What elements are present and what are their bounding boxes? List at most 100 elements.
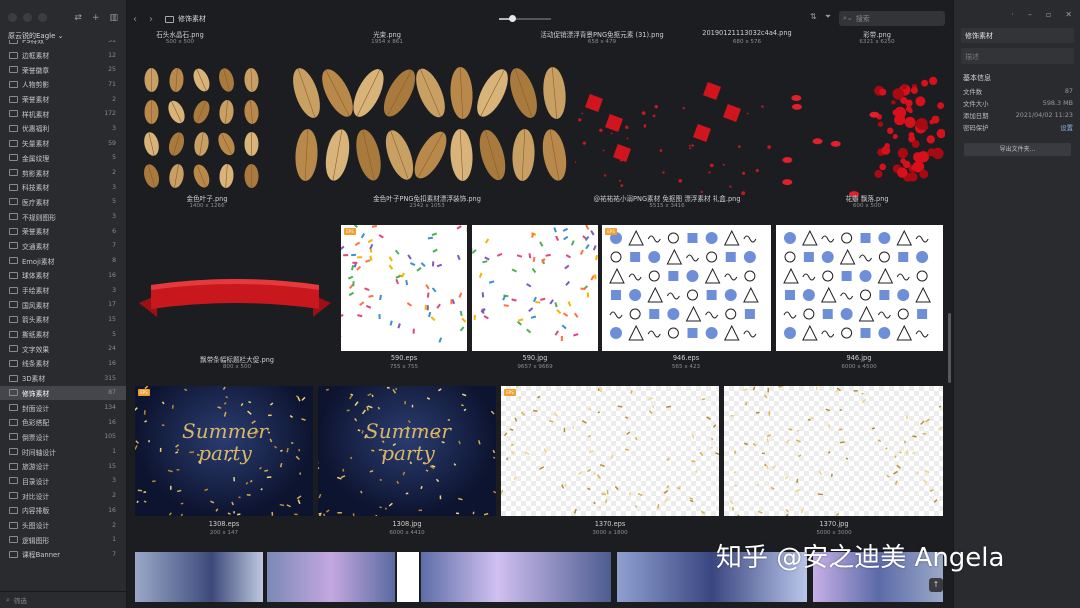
minimize-icon[interactable]: – — [1028, 10, 1032, 19]
asset-name[interactable]: 花瓣 飘落.png — [817, 193, 917, 203]
asset-name[interactable]: 1308.jpg — [357, 520, 457, 528]
sidebar-folder-item[interactable]: 对比设计 2 — [0, 488, 126, 503]
asset-name[interactable]: 光束.png — [342, 29, 432, 39]
search-input[interactable]: ⌕⌄ 搜索 — [839, 11, 945, 26]
thumb-holo-1[interactable] — [135, 552, 263, 602]
close-icon[interactable]: ✕ — [1065, 10, 1072, 19]
asset-name[interactable]: @祐祐祐小溺PNG素材 免抠图 漂浮素材 礼盒.png — [577, 193, 757, 203]
sidebar-folder-item[interactable]: 样机素材 172 — [0, 106, 126, 121]
sidebar-folder-item[interactable]: 旅游设计 15 — [0, 459, 126, 474]
sort-icon[interactable]: ⇅ — [810, 12, 817, 22]
thumb-gold-leaves-float[interactable] — [287, 58, 577, 214]
thumb-1308-jpg[interactable]: Summer party — [318, 386, 496, 516]
info-key: 文件大小 — [963, 100, 989, 108]
slider-knob[interactable] — [509, 15, 516, 22]
sidebar-folder-item[interactable]: 球体素材 16 — [0, 268, 126, 283]
sidebar-folder-item[interactable]: 荣誉素材 6 — [0, 224, 126, 239]
thumb-946-jpg[interactable] — [776, 225, 943, 351]
folder-filter[interactable]: ⌕ 筛选 — [0, 591, 126, 608]
asset-name[interactable]: 1308.eps — [174, 520, 274, 528]
sidebar-folder-item[interactable]: 3D素材 315 — [0, 371, 126, 386]
back-icon[interactable]: ‹ — [133, 14, 143, 25]
asset-name[interactable]: 金色叶子PNG免扣素材漂浮装饰.png — [327, 193, 527, 203]
sidebar-folder-item[interactable]: 倒票设计 105 — [0, 430, 126, 445]
description-field[interactable]: 描述 — [961, 48, 1074, 64]
sidebar-folder-item[interactable]: 荣誉素材 2 — [0, 92, 126, 107]
close-dot[interactable] — [8, 13, 17, 22]
folder-name-field[interactable]: 修饰素材 — [961, 28, 1074, 43]
thumb-gold-leaves[interactable] — [135, 58, 267, 214]
sidebar-folder-item[interactable]: 不规则图形 3 — [0, 209, 126, 224]
asset-name[interactable]: 946.jpg — [809, 354, 909, 362]
thumb-1308-eps[interactable]: Summer party EPS — [135, 386, 313, 516]
asset-name[interactable]: 石头水晶石.png — [135, 29, 225, 39]
forward-icon[interactable]: › — [149, 14, 159, 25]
sidebar-folder-item[interactable]: 金属纹理 5 — [0, 151, 126, 166]
maximize-icon[interactable]: ▫ — [1046, 10, 1051, 19]
asset-name[interactable]: 590.jpg — [485, 354, 585, 362]
set-password-link[interactable]: 设置 — [1060, 123, 1073, 132]
sidebar-folder-item[interactable]: 人物剪影 71 — [0, 77, 126, 92]
sidebar-folder-item[interactable]: 荣誉徽章 25 — [0, 62, 126, 77]
sidebar-folder-item[interactable]: PS特效 51 — [0, 40, 126, 48]
sidebar-folder-item[interactable]: 文字效果 24 — [0, 341, 126, 356]
thumb-holo-3[interactable] — [421, 552, 611, 602]
export-folder-button[interactable]: 导出文件夹... — [964, 143, 1071, 156]
sidebar-folder-item[interactable]: 时间轴设计 1 — [0, 444, 126, 459]
thumb-590-jpg[interactable] — [472, 225, 598, 351]
thumbnail-size-slider[interactable] — [499, 15, 551, 22]
sidebar-folder-item[interactable]: 线条素材 16 — [0, 356, 126, 371]
sidebar-folder-item[interactable]: 课程Banner 7 — [0, 547, 126, 562]
sidebar-folder-item[interactable]: 手绘素材 3 — [0, 283, 126, 298]
sidebar-folder-item[interactable]: 交通素材 7 — [0, 239, 126, 254]
thumb-holo-2[interactable] — [267, 552, 395, 602]
asset-name[interactable]: 1370.jpg — [784, 520, 884, 528]
sidebar-folder-item[interactable]: 色彩搭配 16 — [0, 415, 126, 430]
thumb-1370-jpg[interactable] — [724, 386, 943, 516]
info-row: 添加日期 2021/04/02 11:23 — [963, 111, 1073, 120]
gold-confetti — [264, 469, 269, 472]
asset-name[interactable]: 活动促销漂浮背景PNG免抠元素 (31).png — [527, 29, 677, 39]
thumb-holo-gap[interactable] — [397, 552, 419, 602]
sidebar-folder-item[interactable]: 科技素材 3 — [0, 180, 126, 195]
thumb-ribbon-banner[interactable] — [135, 273, 335, 323]
thumb-946-eps[interactable]: EPS — [602, 225, 771, 351]
filter-icon[interactable]: ⏷ — [825, 12, 831, 22]
sidebar-folder-item[interactable]: 内容排版 16 — [0, 503, 126, 518]
sidebar-folder-item[interactable]: 逻辑图形 1 — [0, 532, 126, 547]
asset-name[interactable]: 590.eps — [354, 354, 454, 362]
thumb-1370-eps[interactable]: EPS — [501, 386, 719, 516]
sidebar-folder-item[interactable]: 国风素材 17 — [0, 297, 126, 312]
asset-name[interactable]: 946.eps — [636, 354, 736, 362]
sidebar-folder-item[interactable]: 箭头素材 15 — [0, 312, 126, 327]
sidebar-folder-item[interactable]: 头图设计 2 — [0, 518, 126, 533]
thumb-590-eps[interactable]: EPS — [341, 225, 467, 351]
sidebar-folder-item[interactable]: 剪影素材 2 — [0, 165, 126, 180]
asset-name[interactable]: 20190121113032c4a4.png — [692, 29, 802, 37]
sidebar-toggle-icon[interactable]: ▥ — [109, 13, 118, 23]
grid-scrollbar[interactable] — [948, 313, 951, 383]
asset-name[interactable]: 1370.eps — [560, 520, 660, 528]
sidebar-folder-item[interactable]: 目录设计 3 — [0, 474, 126, 489]
sidebar-folder-item[interactable]: 封面设计 134 — [0, 400, 126, 415]
breadcrumb[interactable]: 修饰素材 — [165, 14, 206, 24]
pin-icon[interactable]: · — [1011, 10, 1014, 19]
scroll-top-button[interactable]: ↑ — [929, 578, 943, 592]
sync-icon[interactable]: ⇄ — [74, 13, 82, 23]
ring-outline — [667, 327, 679, 339]
sidebar-folder-item[interactable]: 修饰素材 87 — [0, 385, 126, 401]
gold-confetti — [148, 440, 151, 443]
sidebar-folder-item[interactable]: Emoji素材 8 — [0, 253, 126, 268]
sidebar-folder-item[interactable]: 边框素材 12 — [0, 48, 126, 63]
sidebar-folder-item[interactable]: 撕纸素材 5 — [0, 327, 126, 342]
thumb-gift-box[interactable] — [575, 66, 771, 214]
add-folder-icon[interactable]: + — [92, 13, 100, 23]
asset-name[interactable]: 彩带.png — [827, 29, 927, 39]
maximize-dot[interactable] — [38, 13, 47, 22]
sidebar-folder-item[interactable]: 医疗素材 5 — [0, 195, 126, 210]
sidebar-folder-item[interactable]: 矢量素材 59 — [0, 136, 126, 151]
minimize-dot[interactable] — [23, 13, 32, 22]
asset-name[interactable]: 飘带条幅标题栏大促.png — [182, 354, 292, 364]
sidebar-folder-item[interactable]: 优惠福利 3 — [0, 121, 126, 136]
asset-name[interactable]: 金色叶子.png — [157, 193, 257, 203]
